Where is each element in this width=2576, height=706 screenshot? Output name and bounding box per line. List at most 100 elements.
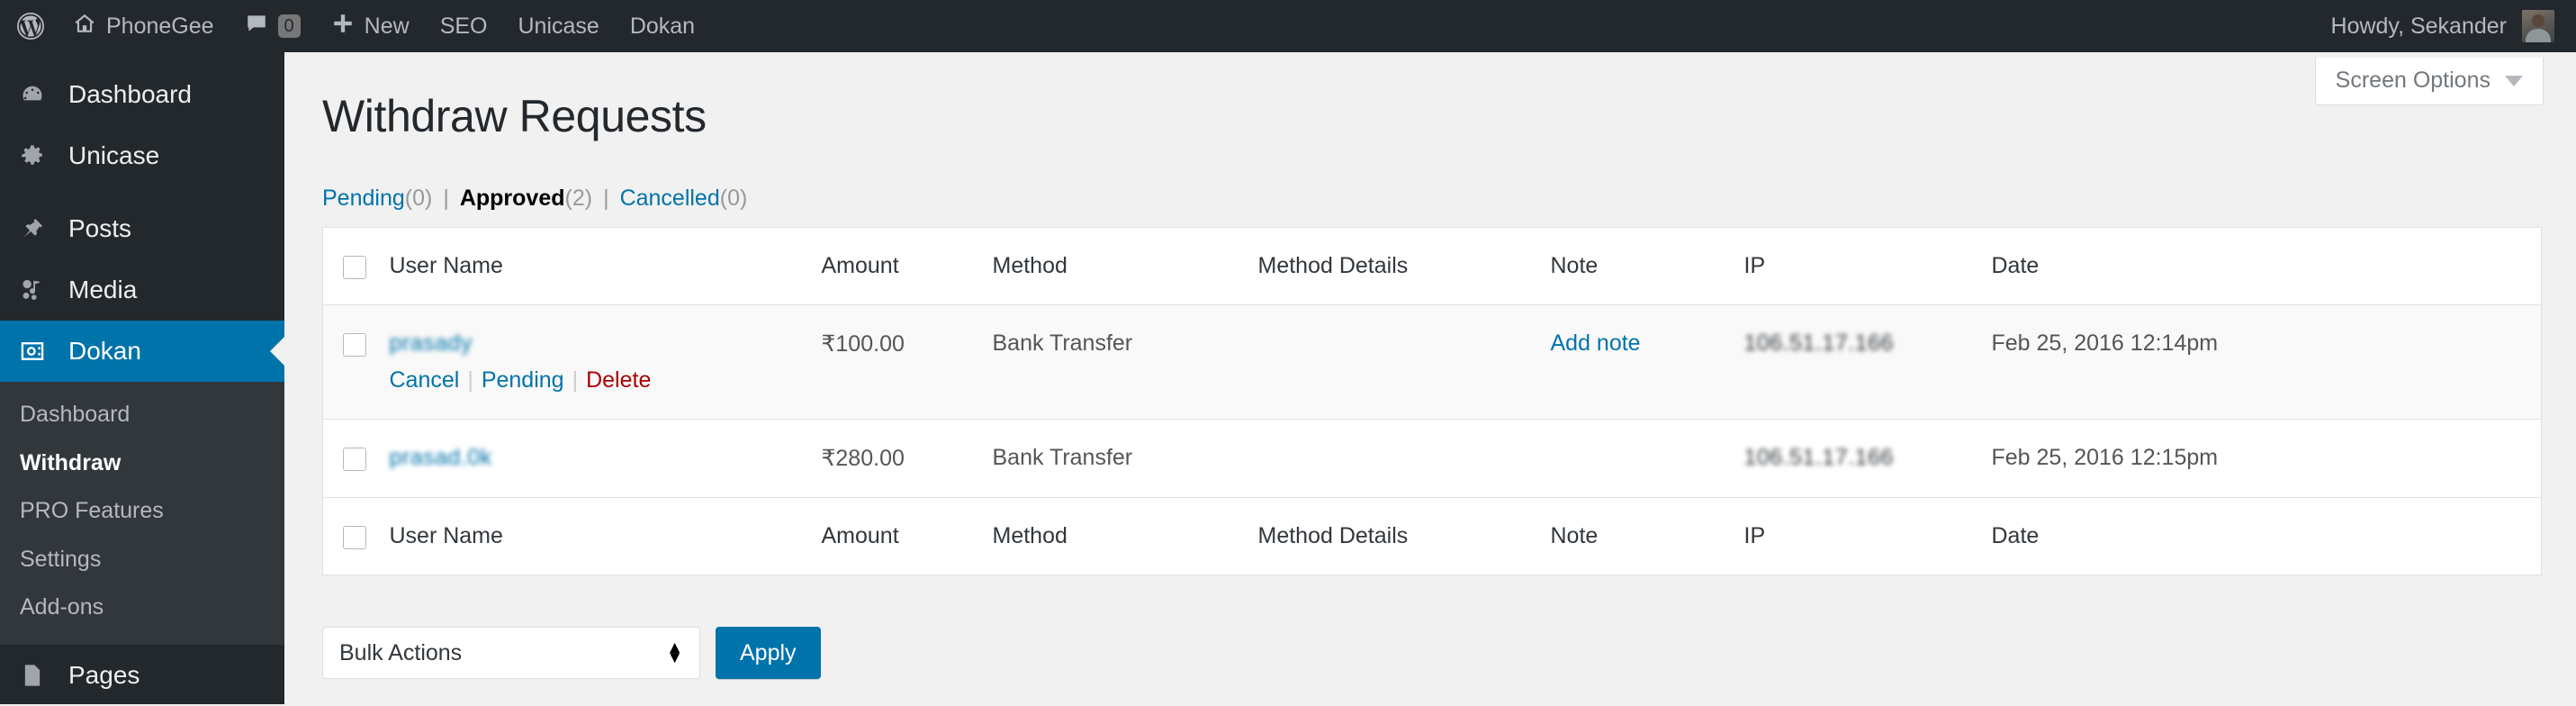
action-separator: | [572,367,579,393]
cell-user-name: prasady Cancel | Pending | Delete [390,305,822,420]
column-header-amount: Amount [821,227,993,305]
my-account-menu[interactable]: Howdy, Sekander [2331,10,2576,42]
menu-separator [0,186,284,198]
pending-action[interactable]: Pending [482,367,564,393]
new-content-button[interactable]: New [316,0,425,52]
bulk-actions-select[interactable]: Bulk Actions ▲ ▼ [322,627,700,679]
sidebar-item-pages[interactable]: Pages [0,645,284,706]
column-header-note: Note [1550,227,1744,305]
submenu-item-add-ons[interactable]: Add-ons [0,584,284,632]
row-checkbox[interactable] [343,448,366,471]
sidebar-item-label: Dokan [68,337,141,365]
cell-date: Feb 25, 2016 12:15pm [1991,445,2219,470]
table-row: prasady Cancel | Pending | Delete ₹100.00 Ba… [322,304,2542,420]
adminbar-item-unicase[interactable]: Unicase [502,0,614,52]
filter-count: (2) [564,186,593,211]
status-filter-list: Pending (0) | Approved (2) | Cancelled (… [322,186,747,212]
wp-logo-button[interactable] [0,0,58,52]
filter-separator: | [443,186,449,211]
user-name-link[interactable]: prasady [390,330,473,357]
cell-amount: ₹100.00 [821,331,905,357]
chevron-down-icon [2505,75,2523,86]
table-footer-row: User Name Amount Method Method Details N… [322,497,2542,575]
action-separator: | [467,367,473,393]
filter-label: Approved [459,186,565,211]
comment-count: 0 [277,14,301,38]
sidebar-item-unicase[interactable]: Unicase [0,125,284,186]
select-arrows-icon: ▲ ▼ [666,638,683,667]
submenu-item-dashboard[interactable]: Dashboard [0,391,284,439]
sidebar-item-media[interactable]: Media [0,259,284,321]
sidebar-item-label: Posts [68,214,132,242]
filter-approved[interactable]: Approved [460,186,565,212]
media-icon [14,277,50,303]
sidebar-item-dokan[interactable]: Dokan [0,321,284,382]
ip-value: 106.51.17.166 [1743,445,1894,470]
bulk-actions-label: Bulk Actions [339,639,463,665]
column-header-date: Date [1991,227,2542,305]
column-header-user-name: User Name [389,227,822,305]
filter-label: Pending [322,186,405,211]
apply-button[interactable]: Apply [716,627,821,679]
sidebar-item-label: Pages [68,660,140,689]
page-icon [14,663,50,688]
screen-options-label: Screen Options [2335,68,2490,93]
cell-method: Bank Transfer [992,330,1133,356]
sidebar-item-label: Dashboard [68,80,192,108]
howdy-label: Howdy, Sekander [2330,13,2507,39]
table-header-row: User Name Amount Method Method Details N… [322,227,2542,305]
user-name-link[interactable]: prasad.0k [390,445,492,471]
site-name-button[interactable]: PhoneGee [58,0,230,52]
column-footer-method: Method [992,497,1258,575]
column-footer-ip: IP [1743,497,1992,575]
comment-bubble-icon [245,12,268,41]
admin-menu-sidebar: Dashboard Unicase Posts Media Dokan Dash… [0,52,284,704]
plus-icon [331,12,355,41]
adminbar-item-dokan[interactable]: Dokan [615,0,710,52]
column-footer-user-name: User Name [389,497,822,575]
submenu-item-pro-features[interactable]: PRO Features [0,487,284,536]
filter-cancelled[interactable]: Cancelled [620,186,720,212]
new-label: New [364,13,410,39]
cell-method: Bank Transfer [992,445,1133,470]
row-select-cell [323,420,390,498]
adminbar-item-label: SEO [439,13,488,39]
screen-options-tab[interactable]: Screen Options [2314,58,2544,105]
table-row: prasad.0k ₹280.00 Bank Transfer 106.51.1… [322,420,2542,498]
submenu-item-label: PRO Features [20,498,164,523]
column-header-method: Method [992,227,1258,305]
page-title: Withdraw Requests [322,91,707,141]
submenu-item-label: Add-ons [20,594,104,620]
table-navigation-bottom: Bulk Actions ▲ ▼ Apply [322,627,821,679]
cell-method-details [1258,305,1551,420]
select-all-checkbox-footer[interactable] [343,526,366,549]
filter-separator: | [603,186,609,211]
column-footer-note: Note [1550,497,1744,575]
adminbar-item-seo[interactable]: SEO [425,0,503,52]
select-all-header [322,227,390,305]
row-select-cell [323,305,390,420]
cell-ip: 106.51.17.166 [1744,420,1992,498]
cancel-action[interactable]: Cancel [390,367,460,393]
submenu-item-withdraw[interactable]: Withdraw [0,439,284,488]
filter-pending[interactable]: Pending [322,186,405,212]
withdraw-requests-table: User Name Amount Method Method Details N… [322,227,2542,575]
sidebar-item-dashboard[interactable]: Dashboard [0,64,284,125]
row-actions: Cancel | Pending | Delete [390,367,822,394]
submenu-item-settings[interactable]: Settings [0,536,284,584]
add-note-link[interactable]: Add note [1551,330,1641,356]
row-checkbox[interactable] [343,333,366,357]
gear-icon [14,143,50,168]
cell-amount: ₹280.00 [821,446,905,471]
submenu-item-label: Withdraw [20,449,122,475]
sidebar-item-posts[interactable]: Posts [0,198,284,259]
cell-ip: 106.51.17.166 [1744,305,1992,420]
dashboard-icon [14,82,50,107]
wordpress-logo-icon [14,10,47,42]
avatar [2522,10,2554,42]
delete-action[interactable]: Delete [586,367,651,393]
cell-note [1551,420,1744,498]
home-icon [73,12,96,41]
select-all-checkbox[interactable] [343,256,366,279]
comments-button[interactable]: 0 [230,0,316,52]
